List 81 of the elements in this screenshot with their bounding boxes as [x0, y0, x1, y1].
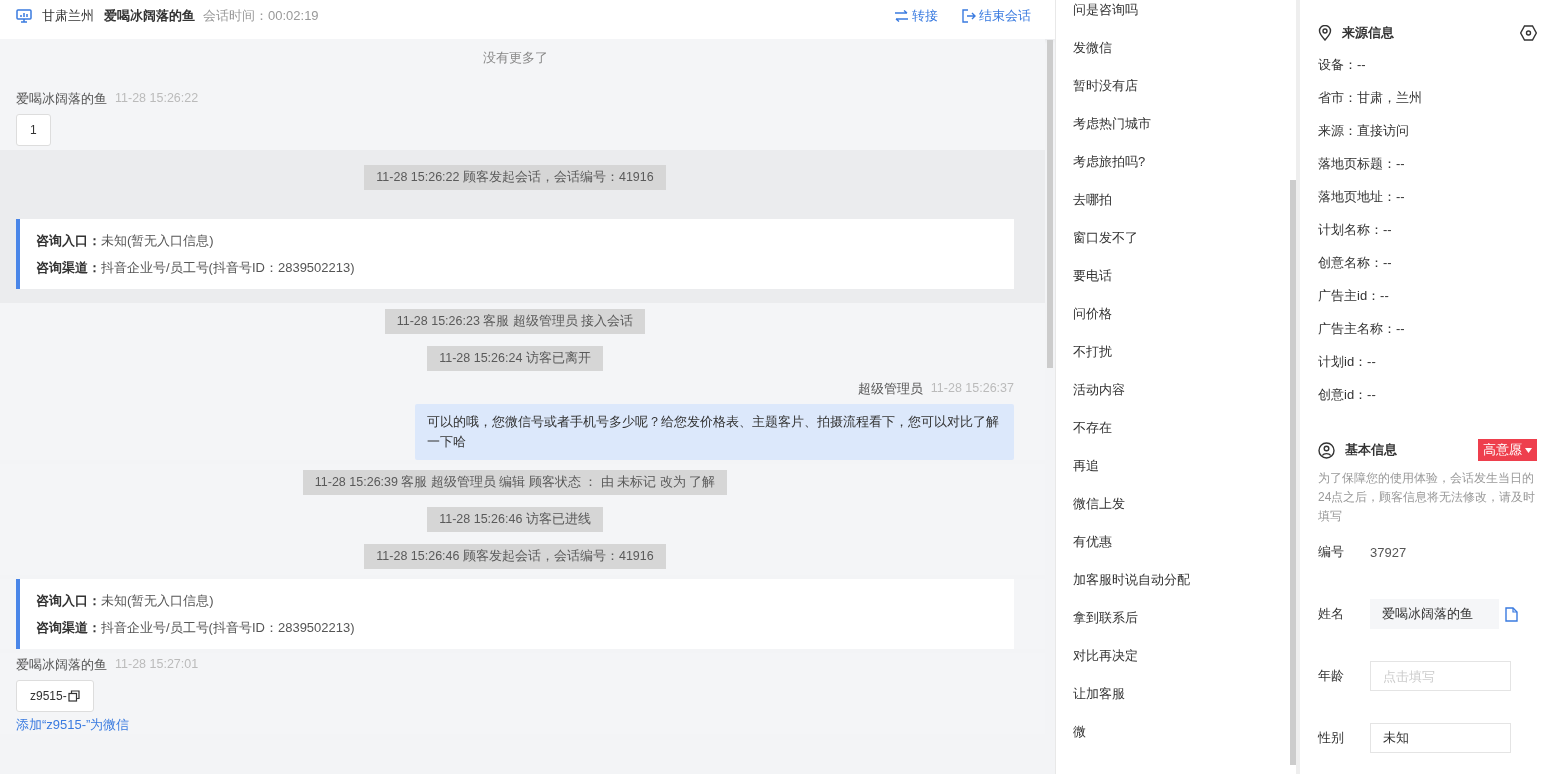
quick-reply-item[interactable]: 发微信 — [1073, 38, 1290, 76]
source-info-item: 落地页地址：-- — [1318, 188, 1406, 206]
source-info-item: 计划id：-- — [1318, 353, 1377, 371]
quick-reply-item[interactable]: 有优惠 — [1073, 532, 1290, 570]
name-field[interactable]: 爱喝冰阔落的鱼 — [1370, 599, 1499, 629]
source-info-item: 落地页标题：-- — [1318, 155, 1406, 173]
field-label: 年龄 — [1318, 667, 1345, 685]
caret-icon — [1525, 447, 1532, 453]
agent-message: 可以的哦，您微信号或者手机号多少呢？给您发价格表、主题客片、拍摄流程看下，您可以对比了解一下哈 — [415, 404, 1014, 460]
system-message: 11-28 15:26:46 访客已进线 — [427, 507, 603, 532]
quick-reply-item[interactable]: 对比再决定 — [1073, 646, 1290, 684]
section-title: 基本信息 — [1345, 441, 1397, 459]
quick-reply-item[interactable]: 问价格 — [1073, 304, 1290, 342]
customer-message: z9515- — [16, 680, 94, 712]
entry-value: 未知(暂无入口信息) — [101, 593, 214, 608]
quick-reply-item[interactable]: 拿到联系后 — [1073, 608, 1290, 646]
source-info-item: 广告主id：-- — [1318, 287, 1390, 305]
entry-value: 抖音企业号/员工号(抖音号ID：2839502213) — [101, 620, 355, 635]
document-icon[interactable] — [1505, 606, 1518, 622]
quick-reply-item[interactable]: 不存在 — [1073, 418, 1290, 456]
source-info-item: 设备：-- — [1318, 56, 1367, 74]
quick-reply-item[interactable]: 去哪拍 — [1073, 190, 1290, 228]
field-label: 编号 — [1318, 543, 1345, 561]
quick-reply-item[interactable]: 问是咨询吗 — [1073, 0, 1290, 38]
sender-name: 超级管理员 — [857, 381, 923, 398]
message-time: 11-28 15:27:01 — [115, 657, 199, 673]
quick-reply-item[interactable]: 让加客服 — [1073, 684, 1290, 722]
text-field[interactable]: 未知 — [1370, 723, 1511, 753]
swap-arrows-icon — [894, 9, 909, 22]
no-more-notice: 没有更多了 — [482, 49, 548, 67]
section-title: 来源信息 — [1342, 24, 1394, 42]
entry-label: 咨询渠道： — [36, 620, 101, 635]
source-info-item: 创意id：-- — [1318, 386, 1377, 404]
system-message: 11-28 15:26:24 访客已离开 — [427, 346, 603, 371]
source-info-item: 计划名称：-- — [1318, 221, 1393, 239]
user-circle-icon — [1318, 441, 1335, 459]
quick-reply-item[interactable]: 活动内容 — [1073, 380, 1290, 418]
transfer-button[interactable]: 转接 — [894, 6, 938, 25]
exit-icon — [962, 8, 976, 23]
quick-reply-item[interactable]: 暂时没有店 — [1073, 76, 1290, 114]
quick-reply-item[interactable]: 不打扰 — [1073, 342, 1290, 380]
quick-reply-item[interactable]: 加客服时说自动分配 — [1073, 570, 1290, 608]
monitor-icon — [16, 8, 32, 23]
quick-reply-item[interactable]: 微信上发 — [1073, 494, 1290, 532]
system-message: 11-28 15:26:23 客服 超级管理员 接入会话 — [384, 309, 646, 334]
sender-name: 爱喝冰阔落的鱼 — [16, 657, 107, 674]
customer-message: 1 — [16, 114, 51, 146]
field-label: 姓名 — [1318, 605, 1345, 623]
quick-reply-item[interactable]: 考虑旅拍吗? — [1073, 152, 1290, 190]
session-duration: 会话时间：00:02:19 — [203, 6, 319, 25]
add-wechat-link[interactable]: 添加“z9515-”为微信 — [16, 717, 130, 732]
entry-value: 抖音企业号/员工号(抖音号ID：2839502213) — [101, 260, 355, 275]
customer-id-value: 37927 — [1370, 544, 1407, 560]
entry-label: 咨询渠道： — [36, 260, 101, 275]
system-message: 11-28 15:26:39 客服 超级管理员 编辑 顾客状态 ： 由 未标记 改为 了解 — [302, 470, 728, 495]
source-info-item: 来源：直接访问 — [1318, 122, 1410, 140]
message-time: 11-28 15:26:37 — [930, 381, 1014, 397]
copy-icon[interactable] — [67, 690, 80, 702]
entry-value: 未知(暂无入口信息) — [101, 233, 214, 248]
visitor-location: 甘肃兰州 — [42, 6, 94, 25]
source-info-item: 广告主名称：-- — [1318, 320, 1406, 338]
system-message: 11-28 15:26:22 顾客发起会话，会话编号：41916 — [364, 165, 666, 190]
quick-reply-item[interactable]: 要电话 — [1073, 266, 1290, 304]
source-info-item: 省市：甘肃，兰州 — [1318, 89, 1423, 107]
settings-icon[interactable] — [1520, 25, 1537, 41]
source-info-item: 创意名称：-- — [1318, 254, 1393, 272]
sender-name: 爱喝冰阔落的鱼 — [16, 91, 107, 108]
quick-reply-item[interactable]: 再追 — [1073, 456, 1290, 494]
edit-deadline-hint: 为了保障您的使用体验，会话发生当日的24点之后，顾客信息将无法修改，请及时填写 — [1318, 470, 1537, 525]
quick-reply-item[interactable]: 考虑热门城市 — [1073, 114, 1290, 152]
quick-reply-item[interactable]: 微 — [1073, 722, 1290, 760]
system-message: 11-28 15:26:46 顾客发起会话，会话编号：41916 — [364, 544, 666, 569]
visitor-name: 爱喝冰阔落的鱼 — [104, 6, 195, 25]
field-label: 性别 — [1318, 729, 1345, 747]
location-pin-icon — [1318, 25, 1332, 41]
message-time: 11-28 15:26:22 — [115, 91, 199, 107]
intent-tag-dropdown[interactable]: 高意愿 — [1478, 439, 1537, 461]
entry-label: 咨询入口： — [36, 593, 101, 608]
end-session-button[interactable]: 结束会话 — [962, 6, 1031, 25]
quick-reply-item[interactable]: 窗口发不了 — [1073, 228, 1290, 266]
entry-label: 咨询入口： — [36, 233, 101, 248]
